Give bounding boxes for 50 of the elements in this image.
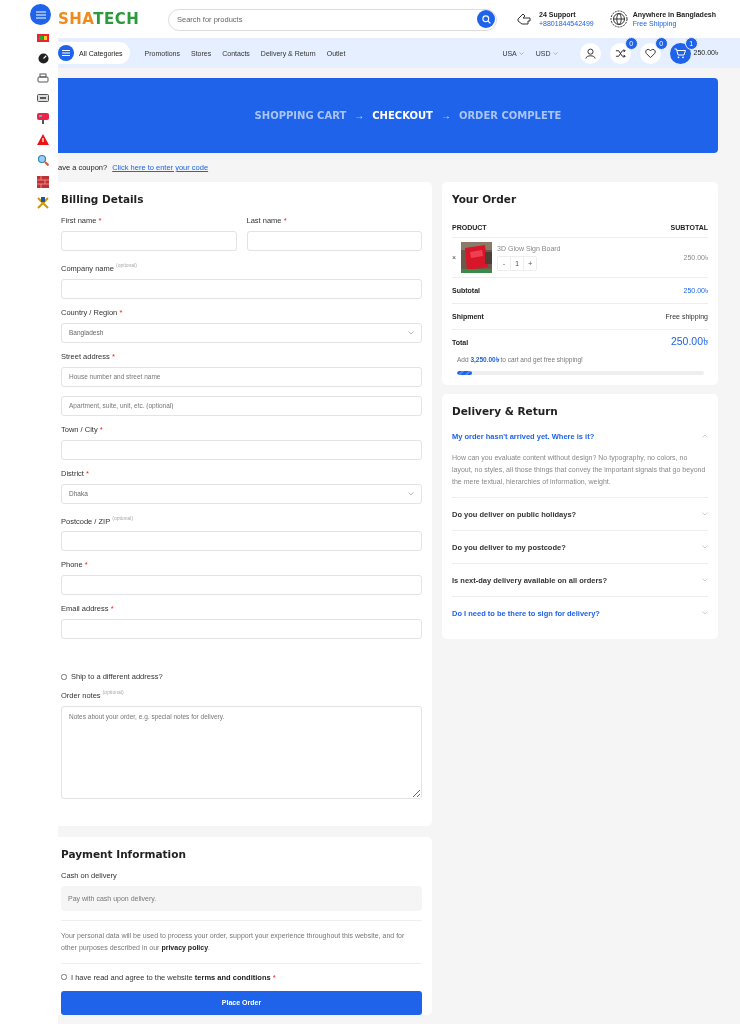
globe-icon — [609, 10, 628, 28]
input-field[interactable] — [61, 575, 422, 595]
logo[interactable]: SHATECH — [58, 10, 168, 28]
monitor-icon[interactable] — [37, 93, 49, 103]
checkbox[interactable] — [61, 673, 67, 680]
section-title: Delivery & Return — [452, 404, 559, 418]
shuffle-icon — [614, 47, 626, 59]
step-arrow: → — [440, 110, 451, 121]
chevron-down-icon — [702, 578, 708, 582]
section-title: Payment Information — [61, 846, 187, 861]
wishlist-button[interactable] — [639, 42, 661, 64]
caret-icon — [518, 51, 524, 55]
input-field[interactable] — [61, 531, 422, 551]
input-field[interactable] — [246, 231, 422, 251]
account-button[interactable] — [579, 42, 601, 64]
section-title: Your Order — [452, 192, 518, 206]
checkout-step: SHOPPING CART — [254, 110, 347, 121]
input-field[interactable] — [61, 619, 422, 639]
step-arrow: → — [354, 110, 365, 121]
chevron-up-icon — [702, 434, 708, 438]
magnifier-icon[interactable] — [37, 154, 49, 166]
warning-icon[interactable] — [37, 133, 49, 145]
printer-icon[interactable] — [37, 73, 49, 84]
checkout-step: CHECKOUT — [372, 110, 433, 121]
compare-button[interactable] — [609, 42, 631, 64]
checkbox[interactable] — [61, 974, 67, 980]
menu-button[interactable] — [30, 4, 51, 25]
tools-icon[interactable] — [37, 197, 49, 209]
checkout-step: ORDER COMPLETE — [458, 110, 562, 121]
chevron-down-icon — [702, 611, 708, 615]
brick-icon[interactable] — [37, 175, 49, 188]
chevron-down-icon — [408, 330, 414, 335]
total-value: 250.00৳ — [670, 334, 708, 349]
caret-icon — [552, 51, 558, 55]
chevron-down-icon — [702, 545, 708, 549]
cart-button[interactable] — [669, 42, 691, 64]
billboard-icon[interactable] — [37, 112, 49, 124]
section-title: Billing Details — [61, 192, 145, 206]
input-field[interactable] — [61, 278, 422, 299]
search-icon — [481, 14, 491, 24]
gauge-icon[interactable] — [37, 52, 49, 64]
heart-icon — [644, 47, 656, 59]
menu-icon — [35, 10, 46, 19]
sign-icon[interactable] — [37, 33, 49, 43]
chevron-down-icon — [702, 512, 708, 516]
cart-icon — [674, 47, 687, 59]
chevron-down-icon — [408, 491, 414, 496]
input-field[interactable] — [61, 439, 422, 460]
input-field[interactable] — [61, 231, 237, 251]
user-icon — [584, 47, 596, 59]
